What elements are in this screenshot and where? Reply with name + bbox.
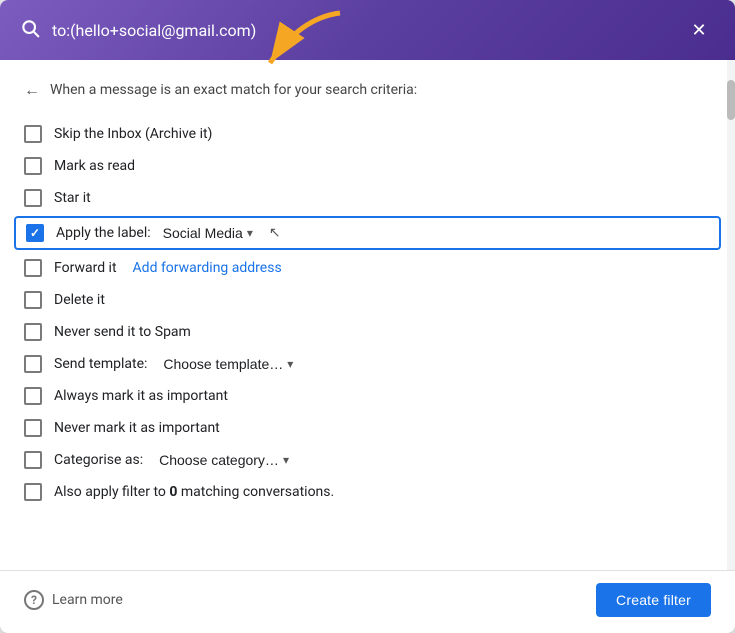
- filter-item-delete: Delete it: [24, 284, 711, 316]
- learn-more-area[interactable]: ? Learn more: [24, 590, 123, 610]
- checkbox-mark-read[interactable]: [24, 157, 42, 175]
- label-categorise: Categorise as:: [54, 452, 143, 468]
- template-dropdown-value: Choose template…: [163, 356, 283, 372]
- scrollbar-thumb[interactable]: [727, 80, 735, 120]
- label-never-spam: Never send it to Spam: [54, 324, 191, 340]
- category-dropdown-value: Choose category…: [159, 452, 279, 468]
- search-icon: [20, 18, 40, 43]
- filter-options-list: Skip the Inbox (Archive it) Mark as read…: [24, 118, 711, 508]
- checkbox-categorise[interactable]: [24, 451, 42, 469]
- filter-item-mark-read: Mark as read: [24, 150, 711, 182]
- label-skip-inbox: Skip the Inbox (Archive it): [54, 126, 212, 142]
- filter-item-never-important: Never mark it as important: [24, 412, 711, 444]
- match-count: 0: [169, 484, 177, 500]
- subtitle-row: ← When a message is an exact match for y…: [24, 80, 711, 100]
- checkbox-forward[interactable]: [24, 259, 42, 277]
- category-dropdown[interactable]: Choose category… ▾: [159, 452, 289, 468]
- checkbox-also-apply[interactable]: [24, 483, 42, 501]
- label-send-template: Send template:: [54, 356, 147, 372]
- checkbox-apply-label[interactable]: [26, 224, 44, 242]
- close-button[interactable]: ✕: [683, 14, 715, 46]
- chevron-down-icon: ▾: [247, 226, 253, 240]
- checkbox-always-important[interactable]: [24, 387, 42, 405]
- label-apply-label: Apply the label:: [56, 225, 151, 241]
- filter-item-star: Star it: [24, 182, 711, 214]
- filter-item-forward: Forward it Add forwarding address: [24, 252, 711, 284]
- checkbox-never-important[interactable]: [24, 419, 42, 437]
- filter-item-also-apply: Also apply filter to 0 matching conversa…: [24, 476, 711, 508]
- subtitle-text: When a message is an exact match for you…: [50, 82, 417, 98]
- help-icon: ?: [24, 590, 44, 610]
- scrollbar-track[interactable]: [727, 60, 735, 570]
- add-forwarding-link[interactable]: Add forwarding address: [133, 260, 282, 276]
- dialog-header: to:(hello+social@gmail.com) ✕: [0, 0, 735, 60]
- chevron-down-icon-template: ▾: [287, 357, 293, 371]
- label-forward: Forward it: [54, 260, 117, 276]
- checkbox-send-template[interactable]: [24, 355, 42, 373]
- label-dropdown-value: Social Media: [163, 225, 243, 241]
- create-filter-button[interactable]: Create filter: [596, 583, 711, 617]
- checkbox-never-spam[interactable]: [24, 323, 42, 341]
- label-delete: Delete it: [54, 292, 105, 308]
- filter-item-send-template: Send template: Choose template… ▾: [24, 348, 711, 380]
- label-always-important: Always mark it as important: [54, 388, 228, 404]
- filter-item-categorise: Categorise as: Choose category… ▾: [24, 444, 711, 476]
- label-star: Star it: [54, 190, 91, 206]
- dialog-content: ← When a message is an exact match for y…: [0, 60, 735, 570]
- learn-more-text: Learn more: [52, 592, 123, 608]
- search-query: to:(hello+social@gmail.com): [52, 21, 671, 40]
- label-never-important: Never mark it as important: [54, 420, 220, 436]
- template-dropdown[interactable]: Choose template… ▾: [163, 356, 293, 372]
- label-dropdown[interactable]: Social Media ▾: [163, 225, 253, 241]
- label-also-apply: Also apply filter to 0 matching conversa…: [54, 484, 334, 500]
- filter-dialog: to:(hello+social@gmail.com) ✕ ← When a m…: [0, 0, 735, 633]
- checkbox-skip-inbox[interactable]: [24, 125, 42, 143]
- cursor-indicator: ↖: [269, 225, 281, 241]
- dialog-footer: ? Learn more Create filter: [0, 570, 735, 633]
- back-button[interactable]: ←: [24, 80, 40, 100]
- filter-item-always-important: Always mark it as important: [24, 380, 711, 412]
- checkbox-star[interactable]: [24, 189, 42, 207]
- label-mark-read: Mark as read: [54, 158, 135, 174]
- filter-item-skip-inbox: Skip the Inbox (Archive it): [24, 118, 711, 150]
- chevron-down-icon-category: ▾: [283, 453, 289, 467]
- filter-item-apply-label: Apply the label: Social Media ▾ ↖: [14, 216, 721, 250]
- filter-item-never-spam: Never send it to Spam: [24, 316, 711, 348]
- checkbox-delete[interactable]: [24, 291, 42, 309]
